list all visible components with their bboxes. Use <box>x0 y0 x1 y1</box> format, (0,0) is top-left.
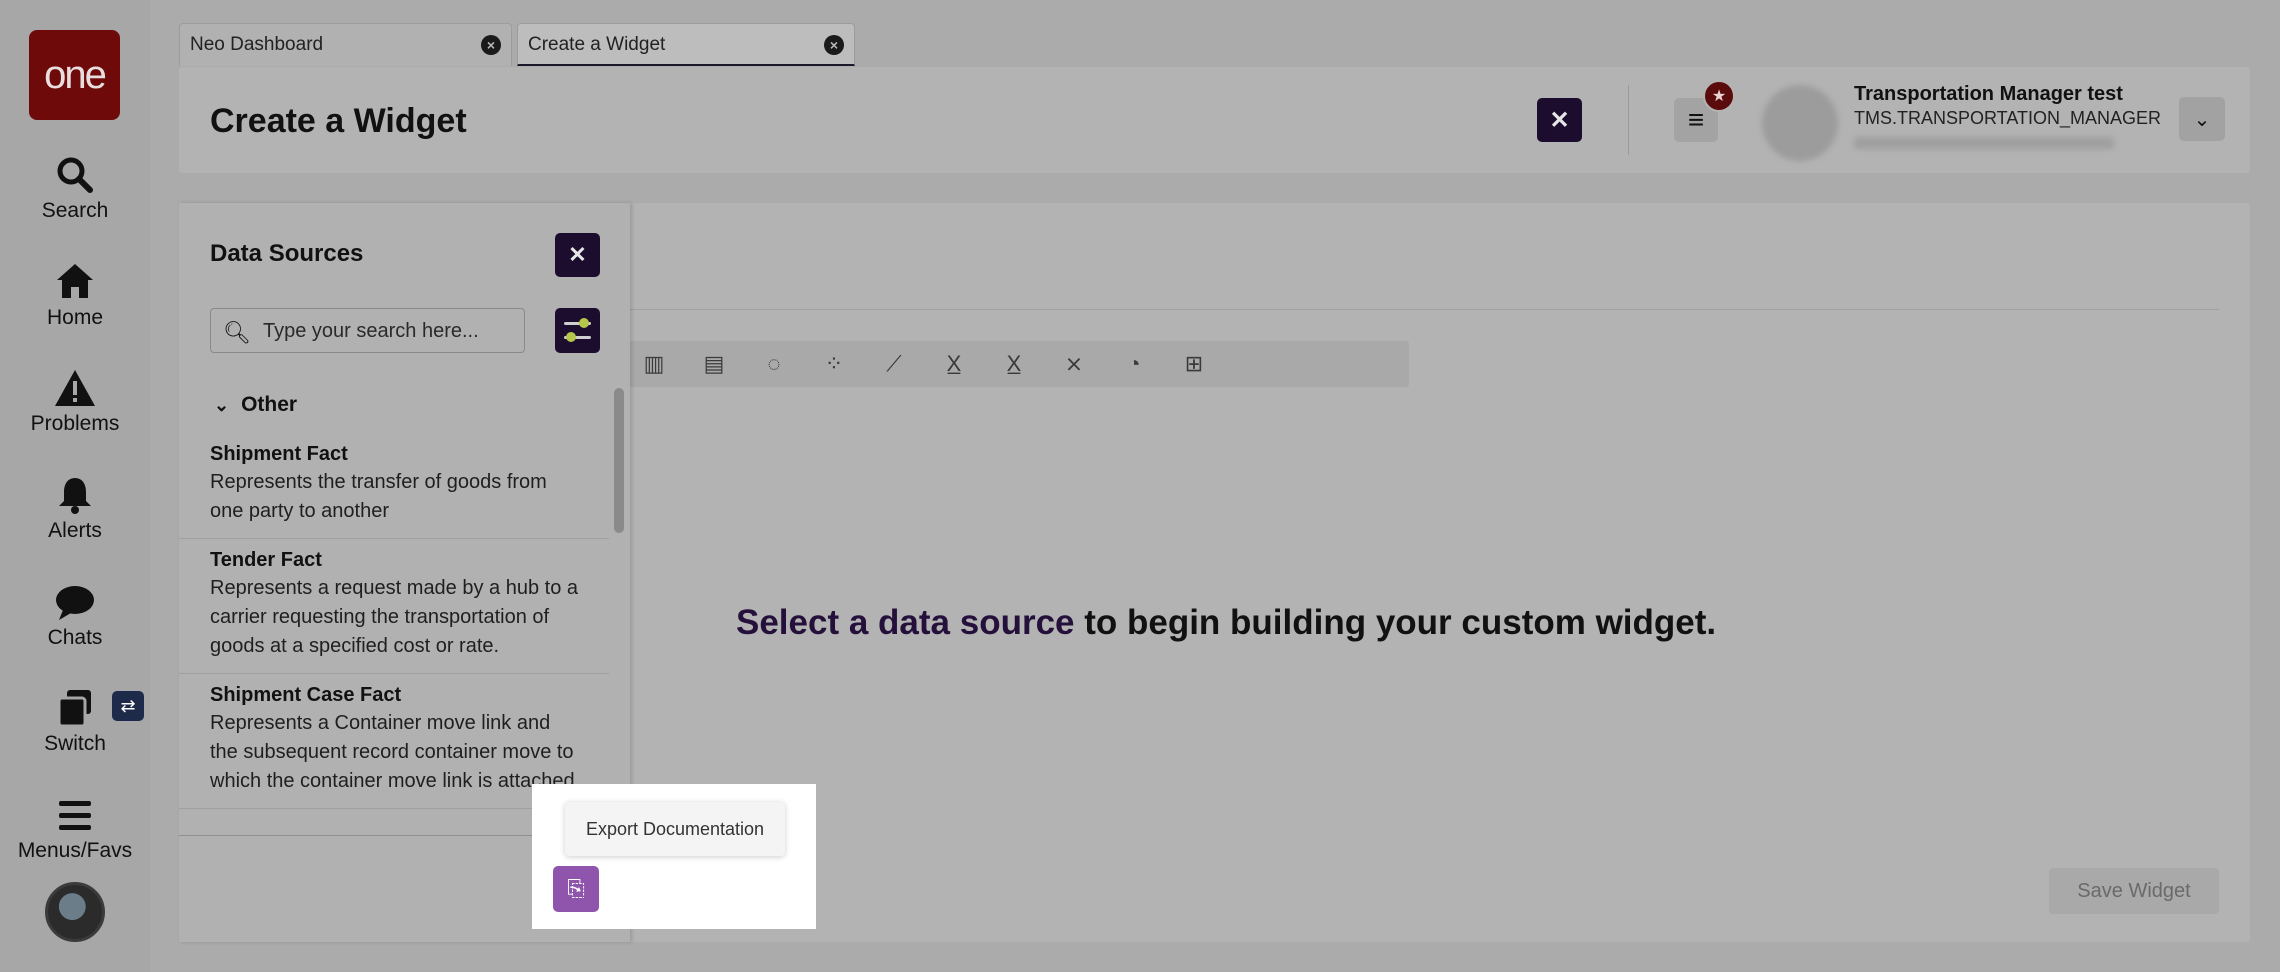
nav-menus-favs-label: Menus/Favs <box>17 839 133 862</box>
search-input[interactable]: 🔍︎ Type your search here... <box>210 308 525 353</box>
user-dropdown-button[interactable]: ⌄ <box>2179 97 2225 141</box>
app-logo[interactable]: one <box>29 30 120 120</box>
user-avatar[interactable] <box>1762 85 1838 161</box>
list-item[interactable]: Tender Fact Represents a request made by… <box>179 539 609 674</box>
user-name: Transportation Manager test <box>1854 83 2123 105</box>
divider <box>629 309 2219 310</box>
switch-icon <box>57 690 91 728</box>
prompt-rest: to begin building your custom widget. <box>1074 603 1717 642</box>
chart-type-toolbar: ▥ ▤ ◌ ⁘ ⟋ X̲ X̲ ⨯ ◔ ⊞ <box>629 341 1409 387</box>
nav-alerts-label: Alerts <box>48 519 102 542</box>
multi-x-icon[interactable]: ⨯ <box>1059 349 1089 379</box>
divider <box>1628 85 1629 155</box>
chevron-down-icon: ⌄ <box>214 395 230 415</box>
close-icon: ✕ <box>568 242 587 267</box>
data-source-name: Shipment Case Fact <box>210 684 402 706</box>
user-detail-redacted <box>1854 137 2114 149</box>
page-header: Create a Widget ✕ ≡ ★ Transportation Man… <box>179 67 2250 173</box>
data-source-description: Represents a Container move link and the… <box>210 712 575 792</box>
grid-icon[interactable]: ⊞ <box>1179 349 1209 379</box>
group-header-other[interactable]: ⌄ Other <box>214 393 297 417</box>
data-source-description: Represents the transfer of goods from on… <box>210 471 547 522</box>
nav-home-label: Home <box>46 306 104 329</box>
x-axis-icon[interactable]: X̲ <box>939 349 969 379</box>
page-title: Create a Widget <box>210 102 467 140</box>
data-source-name: Tender Fact <box>210 549 322 571</box>
hamburger-icon: ≡ <box>1687 104 1705 135</box>
nav-switch-label: Switch <box>44 732 106 755</box>
warning-icon <box>55 370 95 406</box>
list-item[interactable]: Shipment Fact Represents the transfer of… <box>179 433 609 539</box>
group-label: Other <box>241 393 298 416</box>
tab-create-widget[interactable]: Create a Widget × <box>517 23 855 66</box>
close-panel-button[interactable]: ✕ <box>555 233 600 277</box>
save-widget-button[interactable]: Save Widget <box>2049 868 2219 914</box>
chat-icon <box>56 586 94 620</box>
nav-search-label: Search <box>41 199 109 222</box>
data-source-description: Represents a request made by a hub to a … <box>210 577 579 657</box>
menu-icon <box>59 801 91 830</box>
close-page-button[interactable]: ✕ <box>1537 98 1582 142</box>
star-icon: ★ <box>1703 80 1735 112</box>
filter-button[interactable] <box>555 308 600 353</box>
switch-arrows-icon[interactable]: ⇄ <box>112 691 144 721</box>
home-icon <box>57 264 93 298</box>
data-source-list: Shipment Fact Represents the transfer of… <box>179 433 609 833</box>
nav-alerts[interactable]: Alerts <box>0 473 150 543</box>
tab-label: Neo Dashboard <box>190 34 324 55</box>
search-icon <box>57 157 93 193</box>
bell-icon <box>59 478 91 514</box>
nav-problems-label: Problems <box>30 412 120 435</box>
gauge-icon[interactable]: ◔ <box>1119 349 1149 379</box>
prompt-highlight: Select a data source <box>736 603 1075 642</box>
combo-chart-icon[interactable]: ▤ <box>699 349 729 379</box>
nav-search[interactable]: Search <box>0 153 150 223</box>
search-icon: 🔍︎ <box>223 320 251 345</box>
nav-problems[interactable]: Problems <box>0 366 150 436</box>
nav-chats[interactable]: Chats <box>0 580 150 650</box>
tab-neo-dashboard[interactable]: Neo Dashboard × <box>179 23 512 66</box>
export-documentation-button[interactable]: ⎘ <box>553 866 599 912</box>
line-chart-icon[interactable]: ⟋ <box>879 349 909 379</box>
nav-home[interactable]: Home <box>0 260 150 330</box>
chevron-down-icon: ⌄ <box>2193 108 2211 131</box>
scatter-chart-icon[interactable]: ⁘ <box>819 349 849 379</box>
data-source-name: Shipment Fact <box>210 443 348 465</box>
bar-chart-icon[interactable]: ▥ <box>639 349 669 379</box>
scrollbar[interactable] <box>614 388 624 533</box>
tooltip: Export Documentation <box>565 802 785 856</box>
pie-chart-icon[interactable]: ◌ <box>759 349 789 379</box>
export-file-icon: ⎘ <box>567 876 585 901</box>
left-nav: one Search Home Problems Alerts Chats Sw… <box>0 0 150 972</box>
user-role: TMS.TRANSPORTATION_MANAGER <box>1854 108 2162 128</box>
panel-title: Data Sources <box>210 240 364 267</box>
logo-text: one <box>44 52 107 97</box>
nav-menus-favs[interactable]: Menus/Favs <box>0 793 150 863</box>
x-axis-alt-icon[interactable]: X̲ <box>999 349 1029 379</box>
assistant-avatar[interactable] <box>45 882 105 942</box>
tab-label: Create a Widget <box>528 34 666 55</box>
empty-state-prompt: Select a data source to begin building y… <box>736 603 1716 643</box>
close-tab-icon[interactable]: × <box>481 35 501 55</box>
close-icon: ✕ <box>1549 106 1570 134</box>
search-placeholder: Type your search here... <box>263 320 479 342</box>
close-tab-icon[interactable]: × <box>824 35 844 55</box>
nav-chats-label: Chats <box>47 626 103 649</box>
